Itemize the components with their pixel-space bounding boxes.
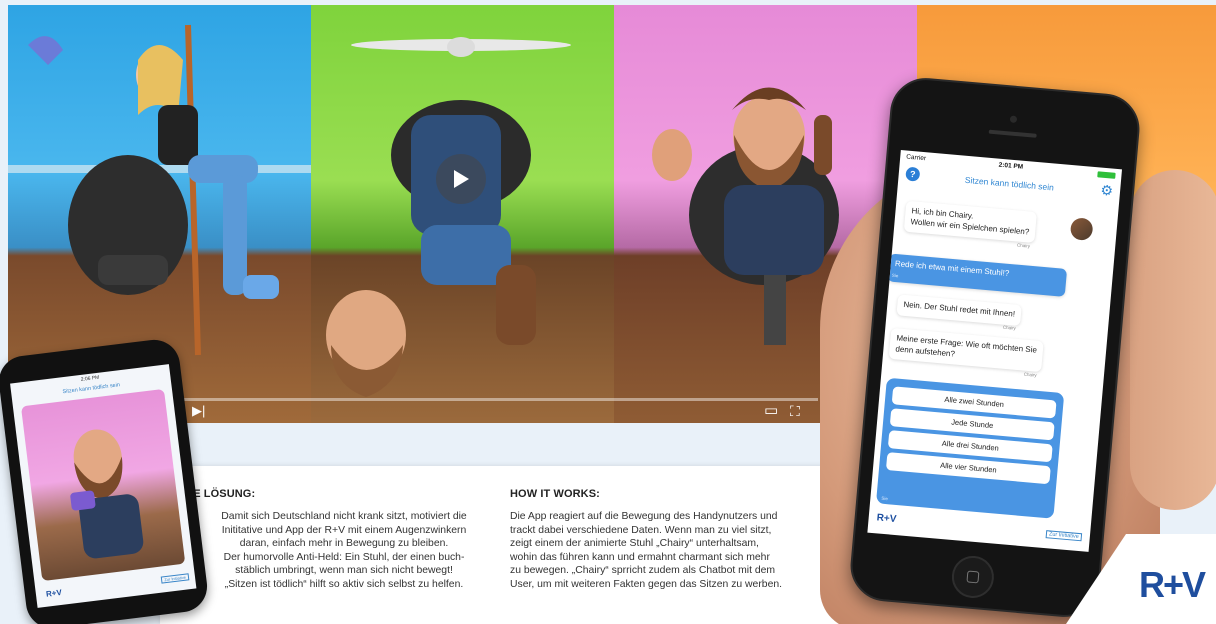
- message-sender: Chairy: [1002, 324, 1017, 331]
- case-study-slide: ▶ ▶| ▭ ⛶ DIE LÖSUNG: Damit sich Deutschl…: [0, 0, 1216, 624]
- solution-line: Der humorvolle Anti-Held: Ein Stuhl, der…: [223, 551, 465, 563]
- chairy-avatar: [1069, 217, 1094, 242]
- answer-options-panel: Alle zwei Stunden Jede Stunde Alle drei …: [875, 377, 1065, 519]
- solution-line: daran, einfach mehr in Bewegung zu bleib…: [239, 538, 449, 550]
- solution-line: Inititative und App der R+V mit einem Au…: [221, 524, 467, 536]
- initiative-link[interactable]: Zur Initiative: [160, 573, 190, 584]
- settings-gear-icon[interactable]: ⚙: [1100, 182, 1114, 199]
- skip-next-icon[interactable]: ▶|: [192, 404, 205, 418]
- options-sender: Sie: [881, 495, 889, 502]
- how-line: zeigt einem der animierte Stuhl „Chairy“…: [510, 538, 759, 550]
- battery-icon: [1097, 171, 1116, 179]
- small-phone-screen: 2:06 PM Sitzen kann tödlich sein R+V Zur…: [10, 364, 197, 608]
- how-line: User, um mit weiteren Fakten gegen das S…: [510, 578, 783, 590]
- rv-brand-logo: R+V: [1138, 564, 1206, 605]
- solution-text: Damit sich Deutschland nicht krank sitzt…: [194, 510, 494, 592]
- how-line: wohin das führen kann und ermahnt charma…: [510, 551, 770, 563]
- small-phone-mockup: 2:06 PM Sitzen kann tödlich sein R+V Zur…: [0, 336, 211, 624]
- how-it-works-text: Die App reagiert auf die Bewegung des Ha…: [510, 510, 782, 592]
- how-line: trackt dabei verschiedene Daten. Wenn ma…: [510, 524, 772, 536]
- rv-logo: R+V: [45, 587, 63, 599]
- how-line: zu bewegen. „Chairy“ sprricht zudem als …: [510, 565, 776, 577]
- how-it-works-heading: HOW IT WORKS:: [510, 488, 600, 500]
- solution-line: Damit sich Deutschland nicht krank sitzt…: [221, 511, 467, 522]
- chairy-character-image: [70, 429, 144, 559]
- fullscreen-icon[interactable]: ⛶: [790, 404, 800, 418]
- theater-mode-icon[interactable]: ▭: [764, 403, 778, 418]
- home-icon: [966, 570, 980, 584]
- message-sender: Chairy: [1016, 242, 1031, 249]
- chat-message-chairy: Meine erste Frage: Wie oft möchten Sie d…: [888, 327, 1044, 377]
- message-sender: Chairy: [1023, 371, 1037, 378]
- video-progress-bar[interactable]: [158, 398, 818, 401]
- message-sender: Sie: [891, 272, 899, 278]
- large-phone-mockup: Carrier 2:01 PM ? Sitzen kann tödlich se…: [847, 75, 1143, 620]
- description-card: DIE LÖSUNG: Damit sich Deutschland nicht…: [160, 466, 848, 624]
- scene-headless-man: [326, 37, 571, 397]
- video-frame-headless-man: [311, 5, 614, 423]
- thumb-image: [1130, 170, 1216, 510]
- play-overlay-button[interactable]: [436, 154, 486, 204]
- chat-message-chairy: Nein. Der Stuhl redet mit Ihnen! Chairy: [896, 294, 1022, 331]
- initiative-link[interactable]: Zur Initiative: [1045, 530, 1083, 542]
- solution-line: „Sitzen ist tödlich“ hilft so aktiv sich…: [224, 578, 464, 590]
- message-text: Nein. Der Stuhl redet mit Ihnen!: [903, 299, 1016, 319]
- how-line: Die App reagiert auf die Bewegung des Ha…: [510, 511, 778, 522]
- chat-screen: Carrier 2:01 PM ? Sitzen kann tödlich se…: [867, 150, 1123, 552]
- message-text: Rede ich etwa mit einem Stuhl!?: [894, 258, 1010, 278]
- play-icon: [454, 170, 469, 188]
- solution-line: stäblich umbringt, wenn man sich nicht b…: [235, 565, 453, 577]
- chat-message-user: Rede ich etwa mit einem Stuhl!? Sie: [887, 253, 1068, 297]
- chat-message-chairy: Hi, ich bin Chairy. Wollen wir ein Spiel…: [903, 200, 1037, 248]
- rv-logo: R+V: [876, 512, 897, 526]
- chairy-video-thumbnail[interactable]: [20, 388, 186, 582]
